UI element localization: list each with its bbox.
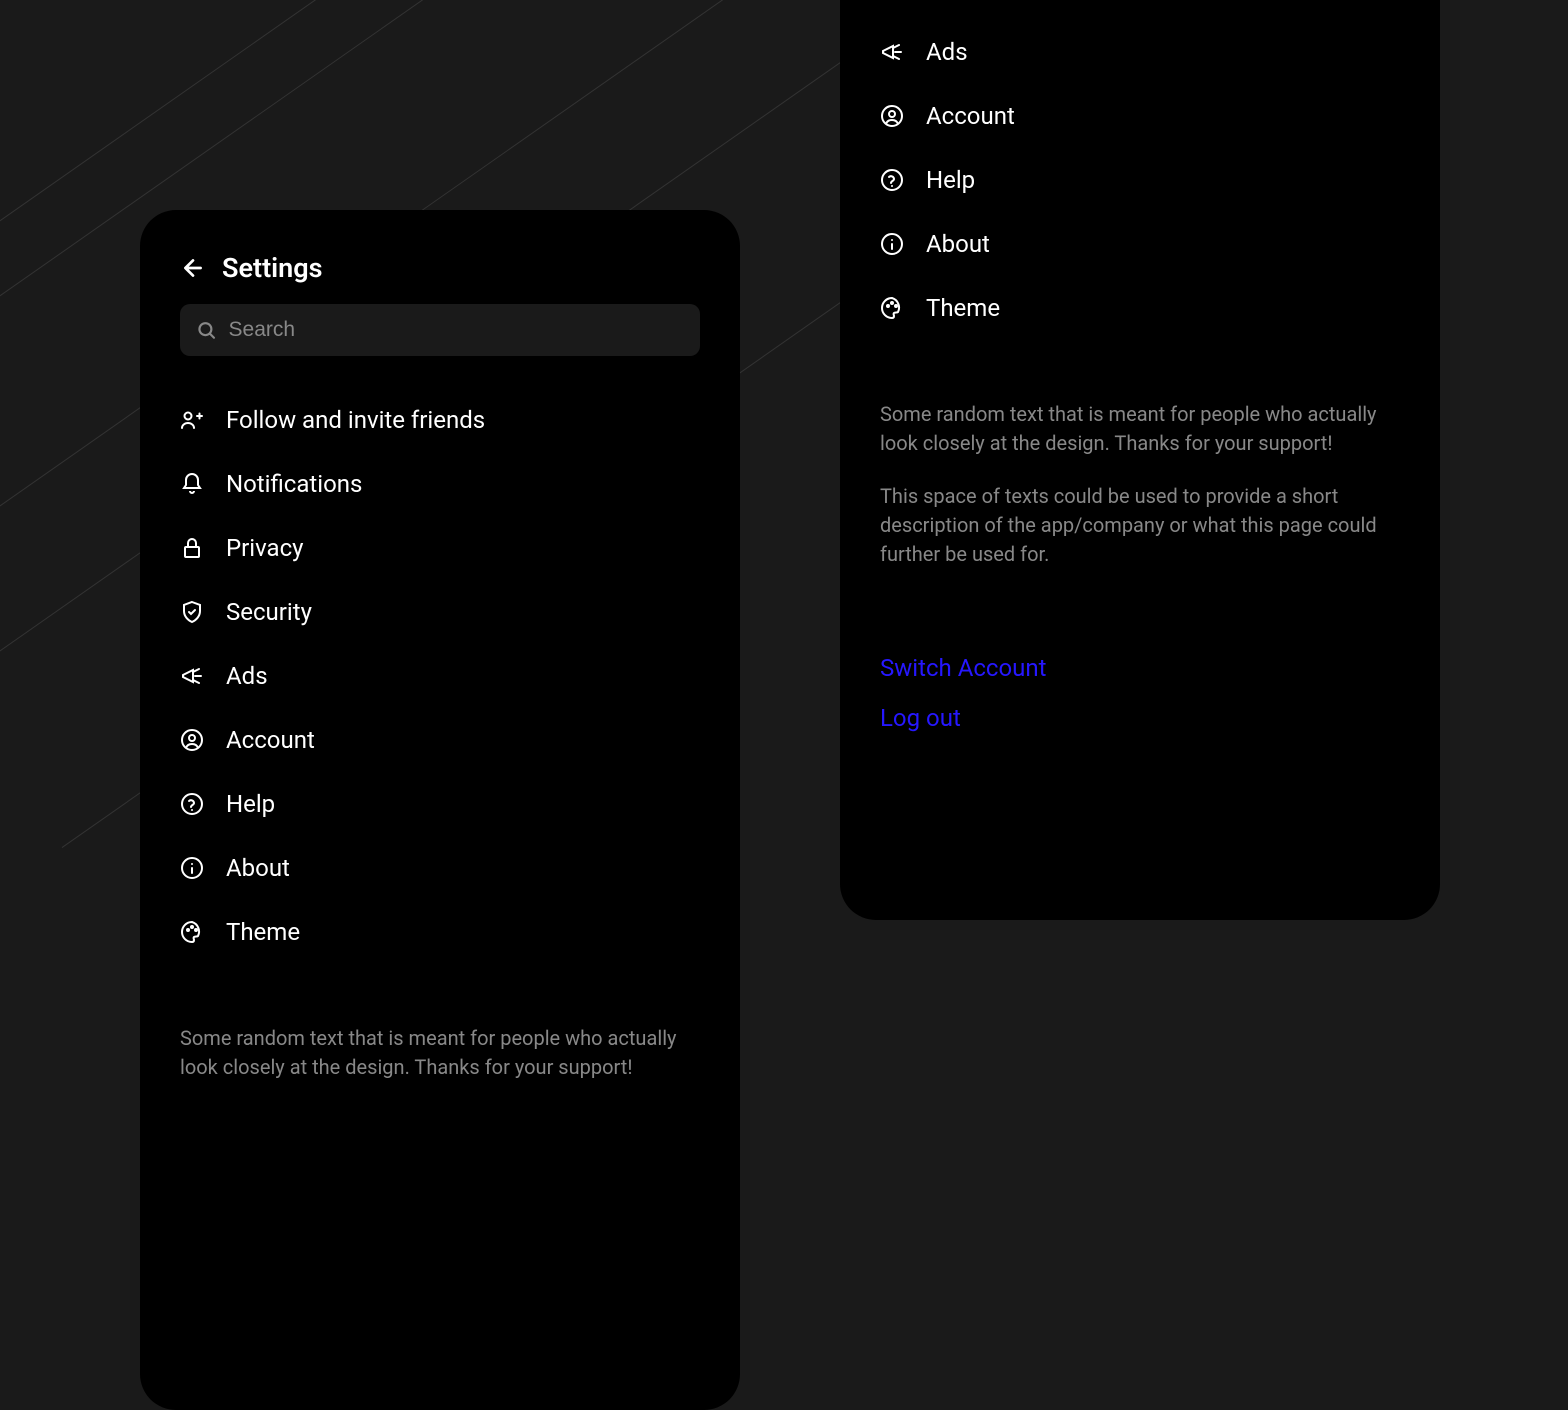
menu-item-theme[interactable]: Theme <box>180 900 700 964</box>
menu-item-help[interactable]: Help <box>880 148 1400 212</box>
menu-label: About <box>226 854 290 882</box>
menu-item-security[interactable]: Security <box>180 580 700 644</box>
menu-item-about[interactable]: About <box>180 836 700 900</box>
account-circle-icon <box>880 104 904 128</box>
menu-label: Security <box>226 598 312 626</box>
help-icon <box>880 168 904 192</box>
footer-text: Some random text that is meant for peopl… <box>140 974 740 1126</box>
account-circle-icon <box>180 728 204 752</box>
menu-item-ads[interactable]: Ads <box>880 20 1400 84</box>
shield-icon <box>180 600 204 624</box>
menu-item-ads[interactable]: Ads <box>180 644 700 708</box>
info-icon <box>180 856 204 880</box>
megaphone-icon <box>180 664 204 688</box>
menu-list: Follow and invite friends Notifications … <box>140 378 740 974</box>
back-arrow-icon[interactable] <box>180 255 206 281</box>
menu-label: Help <box>926 166 975 194</box>
switch-account-link[interactable]: Switch Account <box>880 643 1400 693</box>
bell-icon <box>180 472 204 496</box>
palette-icon <box>880 296 904 320</box>
menu-item-theme[interactable]: Theme <box>880 276 1400 340</box>
info-icon <box>880 232 904 256</box>
logout-link[interactable]: Log out <box>880 693 1400 743</box>
palette-icon <box>180 920 204 944</box>
menu-item-privacy[interactable]: Privacy <box>180 516 700 580</box>
page-title: Settings <box>222 252 323 284</box>
megaphone-icon <box>880 40 904 64</box>
action-links: Switch Account Log out <box>840 613 1440 783</box>
menu-label: Help <box>226 790 275 818</box>
menu-label: Account <box>926 102 1015 130</box>
user-plus-icon <box>180 408 204 432</box>
menu-label: Ads <box>226 662 268 690</box>
menu-label: Ads <box>926 38 968 66</box>
search-icon <box>196 319 217 341</box>
menu-list: Ads Account Help <box>840 10 1440 350</box>
search-box[interactable] <box>180 304 700 356</box>
menu-label: Follow and invite friends <box>226 406 485 434</box>
menu-label: Privacy <box>226 534 304 562</box>
footer-paragraph: Some random text that is meant for peopl… <box>880 400 1400 458</box>
footer-paragraph: Some random text that is meant for peopl… <box>180 1024 700 1082</box>
menu-label: Notifications <box>226 470 362 498</box>
settings-screen-top: Settings Follow and invite friends <box>140 210 740 1410</box>
header: Settings <box>140 210 740 304</box>
help-icon <box>180 792 204 816</box>
menu-item-notifications[interactable]: Notifications <box>180 452 700 516</box>
menu-item-account[interactable]: Account <box>880 84 1400 148</box>
menu-item-follow[interactable]: Follow and invite friends <box>180 388 700 452</box>
search-input[interactable] <box>229 318 684 342</box>
menu-label: About <box>926 230 990 258</box>
menu-label: Account <box>226 726 315 754</box>
footer-paragraph: This space of texts could be used to pro… <box>880 482 1400 569</box>
menu-label: Theme <box>926 294 1000 322</box>
menu-item-about[interactable]: About <box>880 212 1400 276</box>
menu-label: Theme <box>226 918 300 946</box>
menu-item-help[interactable]: Help <box>180 772 700 836</box>
lock-icon <box>180 536 204 560</box>
settings-screen-bottom: Ads Account Help <box>840 0 1440 920</box>
menu-item-account[interactable]: Account <box>180 708 700 772</box>
footer-text: Some random text that is meant for peopl… <box>840 350 1440 613</box>
